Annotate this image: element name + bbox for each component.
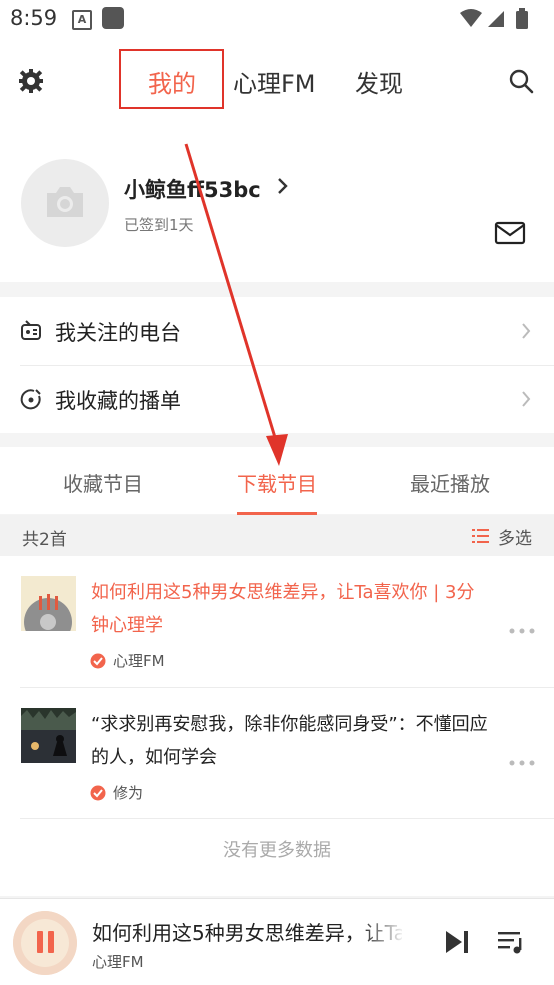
- chevron-right-icon: [521, 322, 531, 344]
- signal-icon: [488, 11, 504, 27]
- episode-title[interactable]: 如何利用这5种男女思维差异，让Ta喜欢你 | 3分钟心理学: [91, 576, 491, 642]
- battery-icon: [516, 8, 528, 29]
- status-icons: [458, 7, 544, 35]
- now-playing-source: 心理FM: [92, 953, 144, 971]
- notification-app-icon: [102, 7, 124, 29]
- username[interactable]: 小鲸鱼ff53bc: [124, 174, 261, 204]
- menu-list: 我关注的电台 我收藏的播单: [0, 297, 554, 433]
- menu-item-label: 我关注的电台: [55, 321, 181, 345]
- menu-item-saved-playlists[interactable]: 我收藏的播单: [0, 365, 554, 433]
- notification-a-icon: A: [72, 10, 92, 30]
- avatar[interactable]: [21, 159, 109, 247]
- disc-icon: [20, 388, 42, 414]
- mini-player[interactable]: 如何利用这5种男女思维差异，让Ta喜欢你 | 3分钟心理学 心理FM: [0, 898, 554, 985]
- verified-check-icon: [90, 785, 106, 805]
- tab-downloaded-programs[interactable]: 下载节目: [237, 468, 317, 497]
- tab-discover[interactable]: 发现: [355, 64, 403, 99]
- profile-card[interactable]: 小鲸鱼ff53bc 已签到1天: [0, 124, 554, 282]
- menu-item-followed-stations[interactable]: 我关注的电台: [0, 297, 554, 365]
- episode-source: 心理FM: [113, 652, 165, 670]
- content-tabs: 收藏节目 下载节目 最近播放: [0, 447, 554, 515]
- verified-check-icon: [90, 653, 106, 673]
- item-count: 共2首: [22, 530, 67, 550]
- title-fade: [360, 913, 405, 949]
- multi-select-button[interactable]: 多选: [498, 524, 532, 549]
- skip-next-icon[interactable]: [444, 929, 470, 959]
- tab-psych-fm[interactable]: 心理FM: [233, 64, 316, 99]
- download-list: 如何利用这5种男女思维差异，让Ta喜欢你 | 3分钟心理学 心理FM “求求别再…: [0, 556, 554, 896]
- camera-icon: [43, 185, 87, 225]
- wifi-icon: [460, 9, 482, 27]
- radio-icon: [20, 320, 42, 346]
- list-select-icon[interactable]: [472, 528, 490, 548]
- status-time: 8:59: [10, 6, 58, 30]
- now-playing-title[interactable]: 如何利用这5种男女思维差异，让Ta喜欢你 | 3分钟心理学: [92, 917, 402, 946]
- episode-title[interactable]: “求求别再安慰我，除非你能感同身受”：不懂回应的人，如何学会: [91, 708, 491, 774]
- settings-gear-icon[interactable]: [18, 68, 44, 98]
- top-navbar: 我的 心理FM 发现: [0, 38, 554, 124]
- episode-thumbnail: [21, 576, 76, 631]
- more-options-icon[interactable]: [509, 752, 535, 771]
- mail-icon[interactable]: [494, 220, 526, 250]
- divider: [20, 818, 554, 819]
- list-item[interactable]: “求求别再安慰我，除非你能感同身受”：不懂回应的人，如何学会 修为: [0, 688, 554, 818]
- search-icon[interactable]: [508, 68, 534, 98]
- list-header: 共2首 多选: [0, 515, 554, 556]
- tab-recently-played[interactable]: 最近播放: [410, 468, 490, 497]
- status-bar: 8:59 A: [0, 0, 554, 38]
- now-playing-cover[interactable]: [13, 911, 77, 975]
- no-more-data-label: 没有更多数据: [223, 840, 331, 861]
- episode-thumbnail: [21, 708, 76, 763]
- more-options-icon[interactable]: [509, 620, 535, 639]
- annotation-highlight-box: [119, 49, 224, 109]
- menu-item-label: 我收藏的播单: [55, 389, 181, 413]
- signin-status: 已签到1天: [124, 216, 194, 234]
- tab-favorite-programs[interactable]: 收藏节目: [63, 468, 143, 497]
- episode-source: 修为: [113, 784, 144, 802]
- chevron-right-icon: [521, 390, 531, 412]
- playlist-icon[interactable]: [497, 929, 525, 959]
- chevron-right-icon[interactable]: [276, 176, 290, 200]
- list-item[interactable]: 如何利用这5种男女思维差异，让Ta喜欢你 | 3分钟心理学 心理FM: [0, 556, 554, 687]
